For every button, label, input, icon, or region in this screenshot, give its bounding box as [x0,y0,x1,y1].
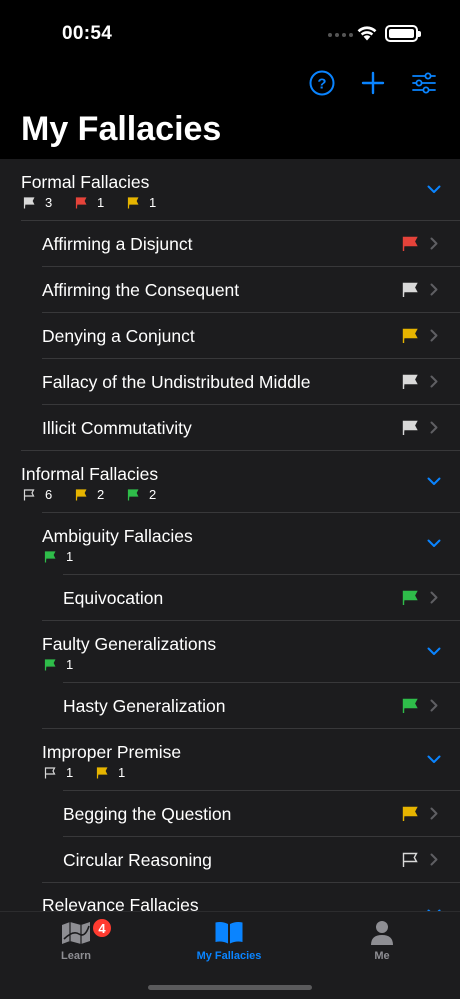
tab-label: Learn [61,950,91,962]
chevron-down-icon[interactable] [427,539,441,548]
section-title: Informal Fallacies [21,464,159,484]
flag-counts: 3 1 1 [23,195,179,210]
signal-icon [328,33,353,37]
status-time: 00:54 [62,23,113,44]
flag-counts: 1 [44,549,96,564]
chevron-right-icon [430,375,438,388]
page-title: My Fallacies [21,110,222,148]
svg-text:?: ? [317,76,326,93]
map-icon [62,922,90,944]
flag-yellow-icon [402,328,418,343]
section-title: Formal Fallacies [21,172,150,192]
list-item[interactable]: Circular Reasoning [0,837,460,883]
question-circle-icon: ? [309,70,335,96]
flag-yellow-icon [75,488,87,500]
section-header-informal[interactable]: Informal Fallacies 6 2 2 [0,451,460,513]
sliders-icon [412,72,436,94]
tab-my-fallacies[interactable]: My Fallacies [169,920,289,962]
list-item[interactable]: Illicit Commutativity [0,405,460,451]
help-button[interactable]: ? [306,67,338,99]
flag-green-icon [402,698,418,713]
tab-label: Me [374,950,390,962]
subsection-title: Faulty Generalizations [42,634,217,654]
subsection-header-relevance[interactable]: Relevance Fallacies [0,883,460,912]
chevron-right-icon [430,329,438,342]
add-button[interactable] [357,67,389,99]
book-icon [215,922,243,944]
flag-counts: 6 2 2 [23,487,179,502]
section-header-formal[interactable]: Formal Fallacies 3 1 1 [0,159,460,221]
chevron-right-icon [430,807,438,820]
chevron-down-icon[interactable] [427,647,441,656]
list-item[interactable]: Affirming a Disjunct [0,221,460,267]
plus-icon [361,71,385,95]
status-bar: 00:54 [0,0,460,60]
flag-white-icon [402,420,418,435]
flag-red-icon [402,236,418,251]
tab-me[interactable]: Me [322,920,442,962]
list-item[interactable]: Equivocation [0,575,460,621]
chevron-right-icon [430,853,438,866]
chevron-right-icon [430,283,438,296]
home-indicator[interactable] [148,985,312,990]
flag-green-icon [44,550,56,562]
chevron-down-icon[interactable] [427,755,441,764]
flag-green-icon [44,658,56,670]
battery-icon [385,25,421,42]
chevron-down-icon[interactable] [427,477,441,486]
subsection-header-ambiguity[interactable]: Ambiguity Fallacies 1 [0,513,460,575]
chevron-right-icon [430,421,438,434]
flag-green-icon [402,590,418,605]
chevron-right-icon [430,699,438,712]
tab-learn[interactable]: 4 Learn [16,918,136,962]
flag-white-icon [23,196,35,208]
wifi-icon [356,24,378,46]
chevron-right-icon [430,237,438,250]
flag-outline-icon [402,852,418,867]
list-item[interactable]: Begging the Question [0,791,460,837]
person-icon [371,921,393,945]
flag-yellow-icon [96,766,108,778]
notification-badge: 4 [92,918,112,938]
flag-yellow-icon [402,806,418,821]
flag-red-icon [75,196,87,208]
flag-yellow-icon [127,196,139,208]
subsection-title: Improper Premise [42,742,182,762]
list-item[interactable]: Denying a Conjunct [0,313,460,359]
flag-counts: 1 1 [44,765,148,780]
chevron-right-icon [430,591,438,604]
list-item[interactable]: Affirming the Consequent [0,267,460,313]
flag-white-icon [402,282,418,297]
subsection-title: Relevance Fallacies [42,895,199,912]
subsection-header-faulty[interactable]: Faulty Generalizations 1 [0,621,460,683]
fallacy-list[interactable]: Formal Fallacies 3 1 1 Affirming a Disju… [0,159,460,912]
filter-button[interactable] [408,67,440,99]
subsection-header-improper[interactable]: Improper Premise 1 1 [0,729,460,791]
flag-outline-icon [44,766,56,778]
list-item[interactable]: Fallacy of the Undistributed Middle [0,359,460,405]
flag-green-icon [127,488,139,500]
flag-counts: 1 [44,657,96,672]
list-item[interactable]: Hasty Generalization [0,683,460,729]
flag-outline-icon [23,488,35,500]
tab-label: My Fallacies [196,950,262,962]
chevron-down-icon[interactable] [427,185,441,194]
subsection-title: Ambiguity Fallacies [42,526,193,546]
flag-white-icon [402,374,418,389]
